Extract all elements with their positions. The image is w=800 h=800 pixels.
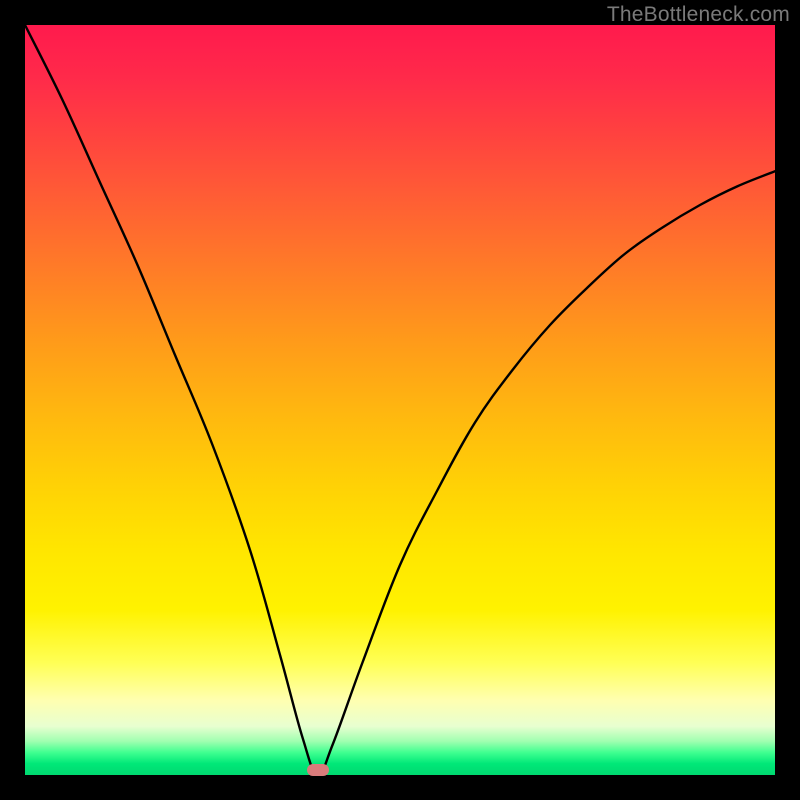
bottleneck-marker	[307, 764, 329, 776]
chart-frame: TheBottleneck.com	[0, 0, 800, 800]
watermark-text: TheBottleneck.com	[607, 3, 790, 27]
plot-area	[25, 25, 775, 775]
bottleneck-curve	[25, 25, 775, 775]
